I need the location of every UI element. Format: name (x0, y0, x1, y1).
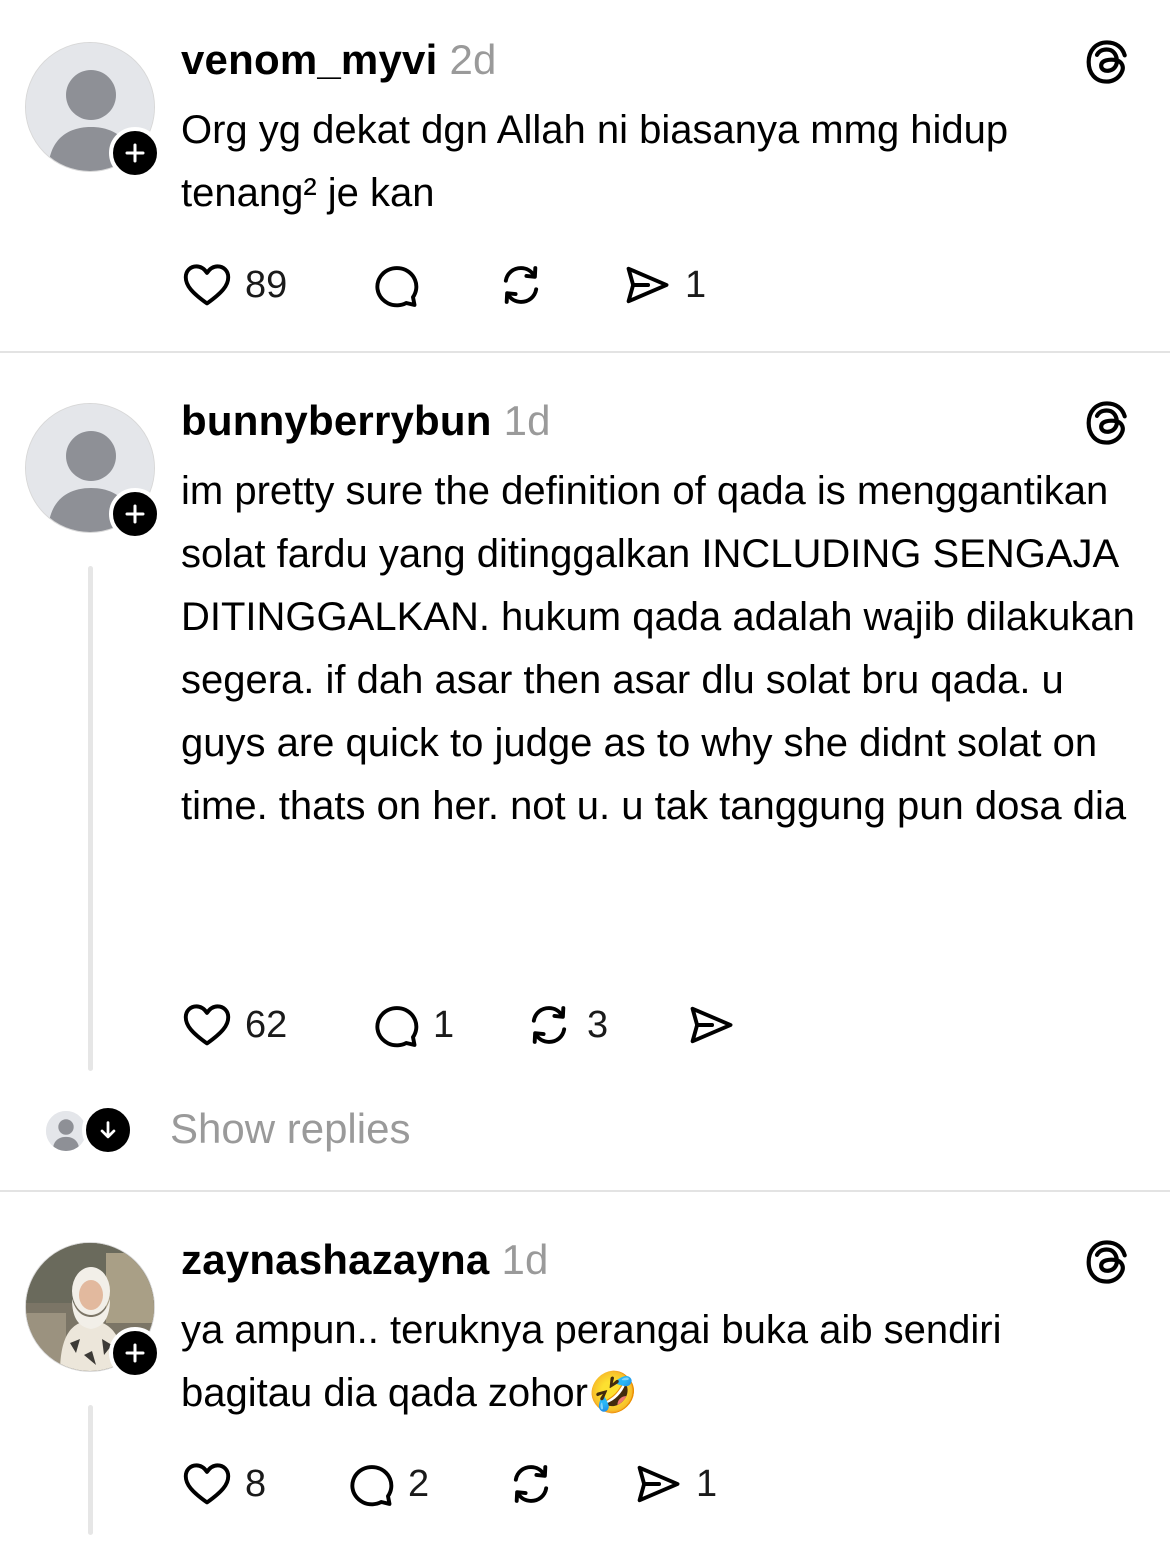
default-avatar-icon (46, 1111, 86, 1151)
speech-bubble-icon (369, 259, 421, 311)
threads-logo-icon[interactable] (1082, 398, 1132, 448)
follow-button[interactable] (109, 488, 161, 540)
arrow-down-icon (82, 1104, 134, 1156)
repost-button[interactable]: 3 (523, 995, 608, 1055)
heart-icon (181, 259, 233, 311)
thread-line (88, 1405, 93, 1535)
reply-button[interactable]: 1 (369, 995, 454, 1055)
thread-line (88, 566, 93, 1071)
repost-button[interactable] (505, 1454, 569, 1514)
speech-bubble-icon (369, 999, 421, 1051)
action-bar: 62 1 3 (181, 995, 781, 1055)
like-button[interactable]: 89 (181, 255, 287, 315)
heart-icon (181, 1458, 233, 1510)
share-button[interactable]: 1 (621, 255, 706, 315)
share-button[interactable] (685, 995, 749, 1055)
share-count: 1 (696, 1462, 718, 1505)
repost-icon (523, 999, 575, 1051)
username[interactable]: venom_myvi 2d (181, 36, 497, 84)
heart-icon (181, 999, 233, 1051)
username-label[interactable]: venom_myvi (181, 36, 437, 83)
post-time: 2d (449, 36, 497, 83)
repost-icon (505, 1458, 557, 1510)
follow-button[interactable] (109, 1327, 161, 1379)
repost-button[interactable] (495, 255, 559, 315)
laughing-emoji-icon: 🤣 (588, 1371, 638, 1415)
reply-button[interactable] (369, 255, 433, 315)
reply-count: 2 (408, 1462, 430, 1505)
reply-count: 1 (433, 1003, 455, 1046)
send-icon (621, 259, 673, 311)
post-time: 1d (501, 1236, 549, 1283)
plus-icon (123, 502, 147, 526)
send-icon (685, 999, 737, 1051)
share-button[interactable]: 1 (632, 1454, 717, 1514)
send-icon (632, 1458, 684, 1510)
like-count: 8 (245, 1462, 267, 1505)
show-replies-button[interactable]: Show replies (44, 1103, 644, 1163)
plus-icon (123, 1341, 147, 1365)
action-bar: 8 2 1 (181, 1454, 781, 1514)
post-text: im pretty sure the definition of qada is… (181, 469, 1135, 828)
post-text: Org yg dekat dgn Allah ni biasanya mmg h… (181, 108, 1009, 215)
share-count: 1 (685, 263, 707, 306)
plus-icon (123, 141, 147, 165)
repost-icon (495, 259, 547, 311)
threads-logo-icon[interactable] (1082, 37, 1132, 87)
action-bar: 89 1 (181, 255, 781, 315)
username[interactable]: zaynashazayna 1d (181, 1236, 549, 1284)
username-label[interactable]: zaynashazayna (181, 1236, 489, 1283)
like-count: 62 (245, 1003, 288, 1046)
speech-bubble-icon (344, 1458, 396, 1510)
show-replies-label[interactable]: Show replies (170, 1105, 410, 1153)
repost-count: 3 (587, 1003, 609, 1046)
post-2: bunnyberrybun 1d im pretty sure the defin… (0, 353, 1170, 1191)
reply-button[interactable]: 2 (344, 1454, 429, 1514)
post-time: 1d (503, 397, 551, 444)
threads-logo-icon[interactable] (1082, 1237, 1132, 1287)
like-button[interactable]: 62 (181, 995, 287, 1055)
post-1: venom_myvi 2d Org yg dekat dgn Allah ni b… (0, 0, 1170, 350)
post-3: zaynashazayna 1d ya ampun.. teruknya pera… (0, 1192, 1170, 1551)
follow-button[interactable] (109, 127, 161, 179)
like-count: 89 (245, 263, 288, 306)
username[interactable]: bunnyberrybun 1d (181, 397, 551, 445)
post-text: ya ampun.. teruknya perangai buka aib se… (181, 1299, 1141, 1425)
like-button[interactable]: 8 (181, 1454, 266, 1514)
username-label[interactable]: bunnyberrybun (181, 397, 492, 444)
